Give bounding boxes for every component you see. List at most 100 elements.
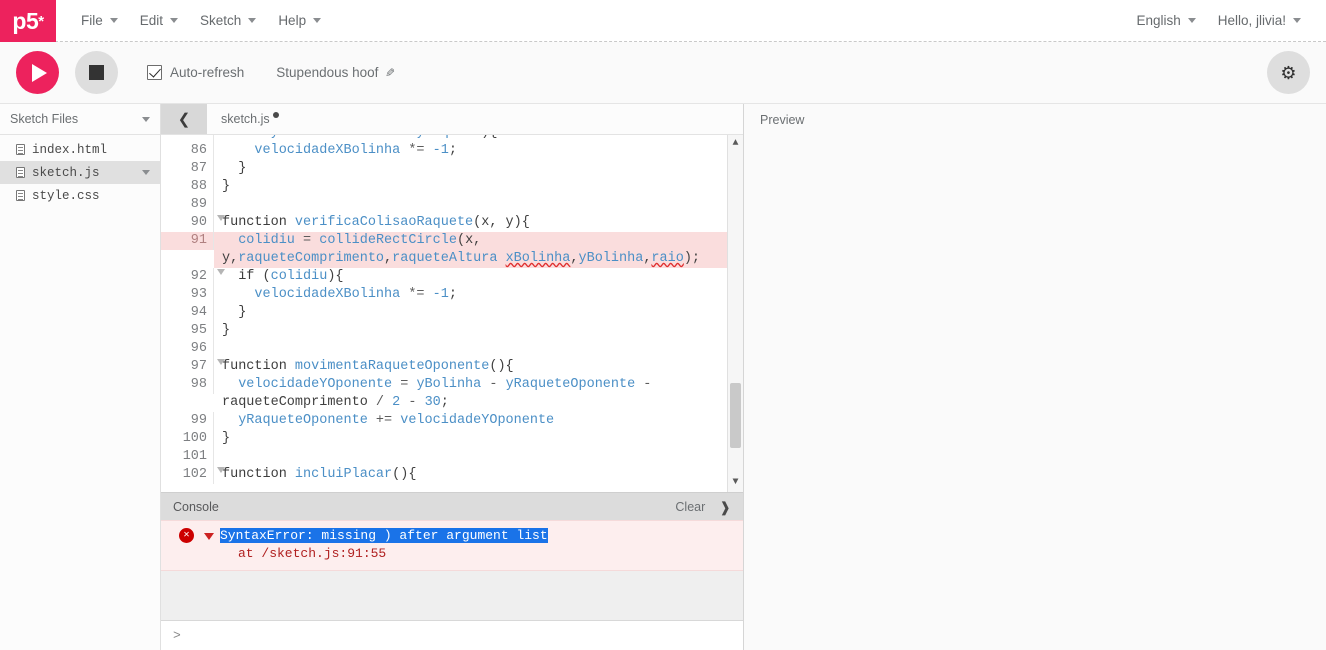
logo-star: * <box>38 12 44 30</box>
fold-triangle-icon[interactable] <box>217 467 225 473</box>
code-editor[interactable]: 85 yBolinha + raio > yRaquete){86 veloci… <box>161 135 743 492</box>
console-input-row[interactable]: > <box>161 620 743 650</box>
chevron-down-icon[interactable] <box>142 116 150 122</box>
code-line[interactable]: 94 } <box>161 304 727 322</box>
navbar: p5 * File Edit Sketch Help English Hello… <box>0 0 1326 42</box>
console-panel: Console Clear ❱ ✕ SyntaxError: missing )… <box>161 492 743 650</box>
console-prompt-icon: > <box>173 628 181 643</box>
file-name: style.css <box>32 188 100 203</box>
scroll-up-arrow[interactable]: ▲ <box>728 137 743 151</box>
code-text: function incluiPlacar(){ <box>222 467 417 482</box>
line-number: 88 <box>161 178 214 196</box>
nav-item-file[interactable]: File <box>70 0 129 42</box>
code-line[interactable]: 90 function verificaColisaoRaquete(x, y){ <box>161 214 727 232</box>
greeting-label: Hello, jlivia! <box>1217 13 1286 28</box>
fold-triangle-icon[interactable] <box>217 215 225 221</box>
stop-button[interactable] <box>75 51 118 94</box>
stop-icon <box>89 65 104 80</box>
auto-refresh-toggle[interactable]: Auto-refresh <box>147 65 244 80</box>
code-text: function movimentaRaqueteOponente(){ <box>222 359 514 374</box>
code-line[interactable]: 85 yBolinha + raio > yRaquete){ <box>161 135 727 142</box>
nav-item-label: File <box>81 13 103 28</box>
chevron-down-icon[interactable] <box>142 170 150 175</box>
console-error-title: SyntaxError: missing ) after argument li… <box>220 528 548 543</box>
p5-web-editor: p5 * File Edit Sketch Help English Hello… <box>0 0 1326 650</box>
unsaved-changes-dot <box>272 112 279 118</box>
nav-item-sketch[interactable]: Sketch <box>189 0 267 42</box>
play-icon <box>32 63 47 82</box>
file-item-sketch-js[interactable]: sketch.js <box>0 161 160 184</box>
code-line[interactable]: 98 velocidadeYOponente = yBolinha - yRaq… <box>161 376 727 412</box>
expand-error-caret-icon[interactable] <box>204 533 214 540</box>
code-line[interactable]: 86 velocidadeXBolinha *= -1; <box>161 142 727 160</box>
chevron-down-icon <box>248 18 257 23</box>
file-icon <box>16 144 25 155</box>
code-text: colidiu = collideRectCircle(x, y,raquete… <box>214 232 727 268</box>
chevron-down-icon <box>313 18 322 23</box>
code-text: yBolinha + raio > yRaquete){ <box>214 135 727 142</box>
account-menu[interactable]: Hello, jlivia! <box>1207 0 1312 42</box>
console-error-message[interactable]: ✕ SyntaxError: missing ) after argument … <box>161 520 743 571</box>
code-line[interactable]: 96 <box>161 340 727 358</box>
code-line[interactable]: 93 velocidadeXBolinha *= -1; <box>161 286 727 304</box>
nav-item-edit[interactable]: Edit <box>129 0 189 42</box>
scroll-down-arrow[interactable]: ▼ <box>728 476 743 490</box>
file-item-style-css[interactable]: style.css <box>0 184 160 207</box>
chevron-down-icon <box>109 18 118 23</box>
code-line[interactable]: 89 <box>161 196 727 214</box>
file-item-index-html[interactable]: index.html <box>0 138 160 161</box>
line-number: 100 <box>161 430 214 448</box>
chevron-down-icon <box>1293 18 1301 23</box>
line-number: 86 <box>161 142 214 160</box>
play-button[interactable] <box>16 51 59 94</box>
code-text: if (colidiu){ <box>238 269 344 284</box>
navbar-right: English Hello, jlivia! <box>1125 0 1326 41</box>
line-number: 85 <box>161 135 214 142</box>
code-editor-scroll: 85 yBolinha + raio > yRaquete){86 veloci… <box>161 135 727 492</box>
code-line[interactable]: 102 function incluiPlacar(){ <box>161 466 727 484</box>
code-line[interactable]: 97 function movimentaRaqueteOponente(){ <box>161 358 727 376</box>
code-line[interactable]: 87 } <box>161 160 727 178</box>
code-line[interactable]: 101 <box>161 448 727 466</box>
code-line[interactable]: 88} <box>161 178 727 196</box>
clear-console-button[interactable]: Clear <box>675 500 705 514</box>
preview-column: Preview <box>744 104 1326 650</box>
console-body: ✕ SyntaxError: missing ) after argument … <box>161 520 743 620</box>
preview-canvas-area[interactable] <box>744 135 1326 650</box>
pencil-icon[interactable]: ✎ <box>385 66 395 80</box>
toolbar: Auto-refresh Stupendous hoof ✎ ⚙ <box>0 42 1326 104</box>
code-text: } <box>222 179 231 194</box>
collapse-sidebar-button[interactable]: ❮ <box>161 104 207 134</box>
editor-scrollbar-thumb[interactable] <box>730 383 741 448</box>
line-number: 96 <box>161 340 214 358</box>
fold-triangle-icon[interactable] <box>217 269 225 275</box>
logo-text: p5 <box>12 7 39 34</box>
code-text: velocidadeXBolinha *= -1; <box>254 143 457 158</box>
code-text: yRaqueteOponente += velocidadeYOponente <box>238 413 555 428</box>
nav-item-help[interactable]: Help <box>267 0 332 42</box>
p5-logo[interactable]: p5 * <box>0 0 56 42</box>
editor-scrollbar[interactable]: ▲ ▼ <box>727 135 743 492</box>
code-line[interactable]: 92 if (colidiu){ <box>161 268 727 286</box>
sidebar-header[interactable]: Sketch Files <box>0 104 160 135</box>
language-label: English <box>1136 13 1181 28</box>
code-line[interactable]: 99 yRaqueteOponente += velocidadeYOponen… <box>161 412 727 430</box>
sketch-name-label: Stupendous hoof <box>276 65 379 80</box>
toolbar-right: ⚙ <box>1267 51 1310 94</box>
collapse-console-icon[interactable]: ❱ <box>719 500 731 514</box>
code-line[interactable]: 91 colidiu = collideRectCircle(x, y,raqu… <box>161 232 727 268</box>
auto-refresh-checkbox[interactable] <box>147 65 162 80</box>
preview-title: Preview <box>760 112 805 127</box>
settings-button[interactable]: ⚙ <box>1267 51 1310 94</box>
sketch-name-field[interactable]: Stupendous hoof ✎ <box>276 65 395 80</box>
line-number: 92 <box>161 268 225 286</box>
code-line[interactable]: 100} <box>161 430 727 448</box>
line-number: 97 <box>161 358 225 376</box>
language-selector[interactable]: English <box>1125 0 1206 42</box>
editor-tabbar: ❮ sketch.js <box>161 104 743 135</box>
tab-sketch-js[interactable]: sketch.js <box>207 104 293 134</box>
fold-triangle-icon[interactable] <box>217 359 225 365</box>
code-line[interactable]: 95} <box>161 322 727 340</box>
line-number: 93 <box>161 286 214 304</box>
line-number: 90 <box>161 214 225 232</box>
